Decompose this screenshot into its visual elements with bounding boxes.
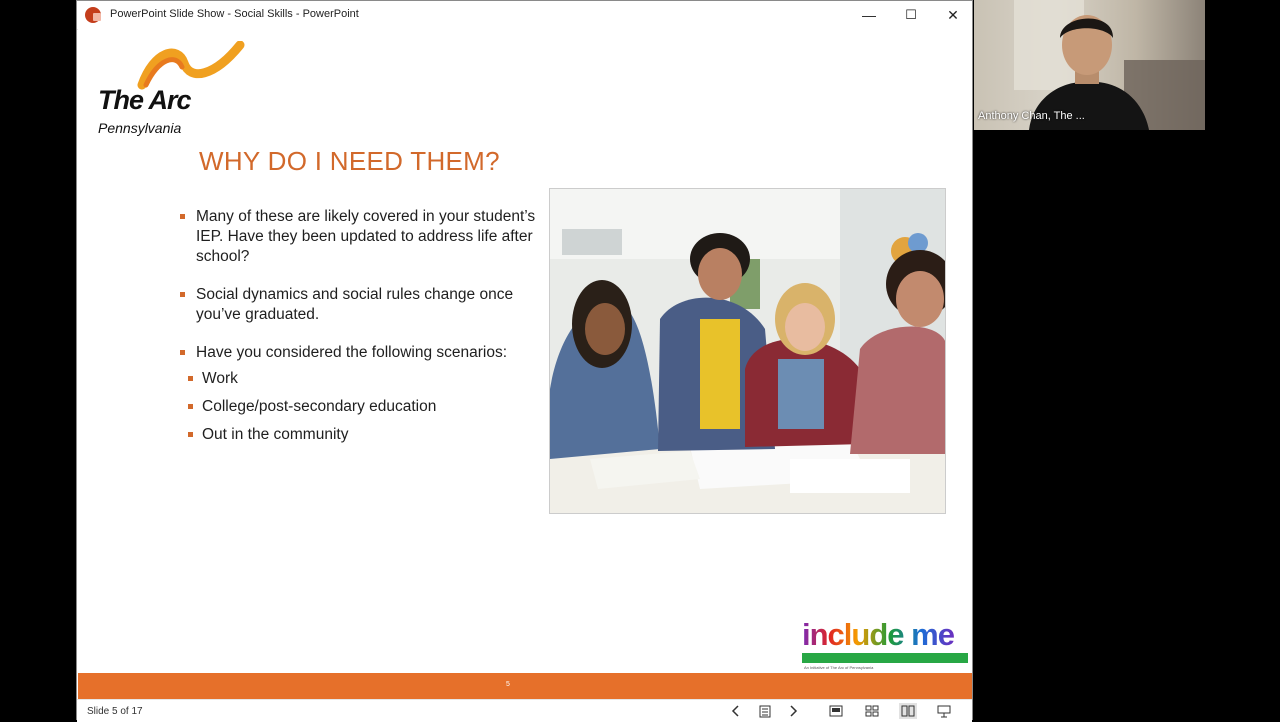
close-button[interactable]: ✕ <box>933 4 973 26</box>
footer-slide-number: 5 <box>506 681 510 688</box>
powerpoint-icon <box>85 7 101 23</box>
slide-footer-bar: 5 <box>78 673 972 699</box>
sub-bullet-list: Work College/post-secondary education Ou… <box>178 369 548 445</box>
slide-canvas[interactable]: The Arc Pennsylvania WHY DO I NEED THEM?… <box>78 29 972 673</box>
presenter-view-icon[interactable] <box>935 703 953 719</box>
bullet-list: Many of these are likely covered in your… <box>178 207 548 453</box>
participant-video[interactable]: Anthony Chan, The ... <box>974 0 1205 130</box>
logo-subtitle: Pennsylvania <box>98 120 182 136</box>
powerpoint-window: PowerPoint Slide Show - Social Skills - … <box>76 0 973 722</box>
prev-slide-icon[interactable] <box>727 703 745 719</box>
sub-bullet-item: College/post-secondary education <box>178 397 548 417</box>
bullet-item: Many of these are likely covered in your… <box>178 207 548 267</box>
bullet-item: Social dynamics and social rules change … <box>178 285 548 325</box>
bullet-item: Have you considered the following scenar… <box>178 343 548 363</box>
arc-swoosh-icon <box>137 41 245 90</box>
arc-logo: The Arc Pennsylvania <box>96 41 256 141</box>
slide-sorter-icon[interactable] <box>756 703 774 719</box>
students-photo-image <box>550 189 945 513</box>
sub-bullet-item: Work <box>178 369 548 389</box>
include-me-text: include me <box>802 617 955 652</box>
minimize-button[interactable]: — <box>849 4 889 26</box>
include-me-underline <box>802 653 968 663</box>
include-me-logo: include me An Initiative of The Arc of P… <box>802 617 970 673</box>
grid-view-icon[interactable] <box>863 703 881 719</box>
normal-view-icon[interactable] <box>827 703 845 719</box>
participant-name: Anthony Chan, The ... <box>978 110 1085 122</box>
students-photo <box>549 188 946 514</box>
slide-counter: Slide 5 of 17 <box>87 706 143 717</box>
slide-heading: WHY DO I NEED THEM? <box>199 146 500 176</box>
title-bar[interactable]: PowerPoint Slide Show - Social Skills - … <box>77 1 972 30</box>
logo-name: The Arc <box>98 85 192 115</box>
window-title: PowerPoint Slide Show - Social Skills - … <box>110 8 359 20</box>
maximize-button[interactable]: ☐ <box>891 4 931 26</box>
reading-view-icon[interactable] <box>899 703 917 719</box>
status-bar: Slide 5 of 17 <box>77 699 972 722</box>
next-slide-icon[interactable] <box>784 703 802 719</box>
include-me-tagline: An Initiative of The Arc of Pennsylvania <box>804 665 874 670</box>
sub-bullet-item: Out in the community <box>178 425 548 445</box>
